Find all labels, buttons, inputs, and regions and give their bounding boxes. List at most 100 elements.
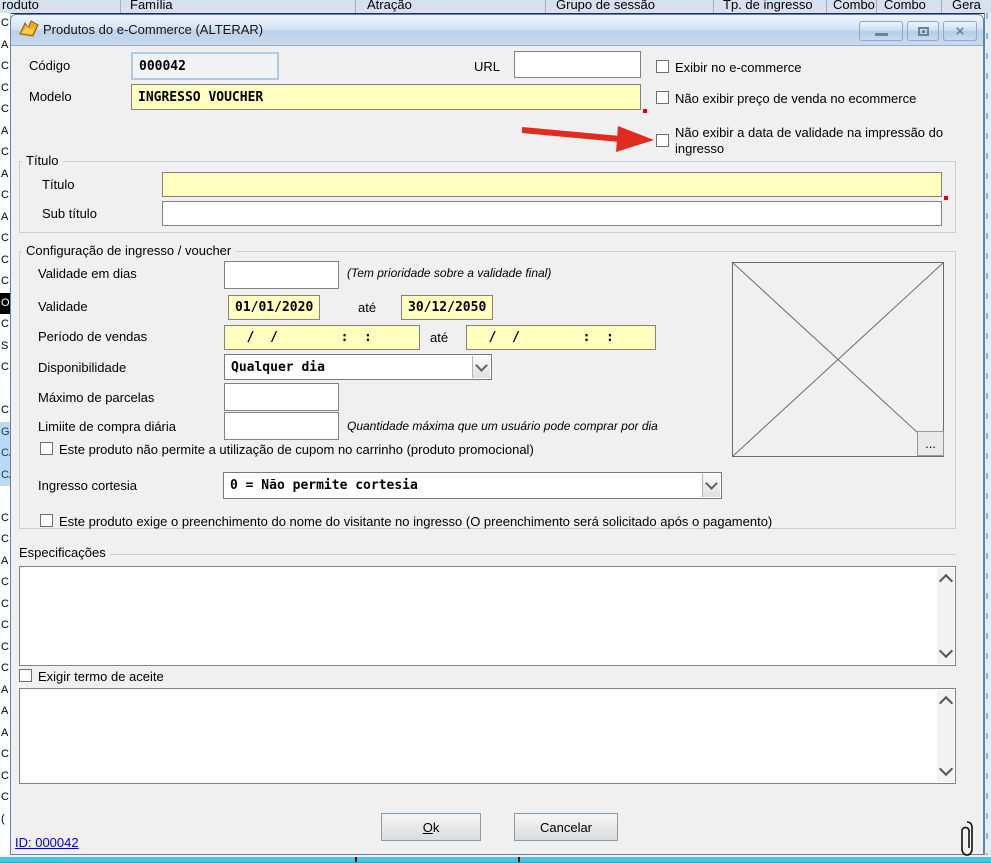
periodo-ate-field[interactable]: / / : : — [466, 325, 656, 350]
codigo-value: 000042 — [139, 59, 186, 74]
cancel-button[interactable]: Cancelar — [514, 813, 618, 841]
checkbox-box[interactable] — [656, 60, 669, 73]
close-icon: × — [956, 24, 965, 39]
bg-grid-row-fragment: C — [0, 572, 10, 594]
scroll-up-icon[interactable] — [939, 574, 953, 588]
close-button[interactable]: × — [943, 21, 977, 41]
periodo-label: Período de vendas — [38, 329, 147, 344]
checkbox-box[interactable] — [19, 669, 32, 682]
group-line — [110, 554, 956, 555]
dropdown-button[interactable] — [472, 356, 490, 378]
validade-ate-label: até — [358, 300, 376, 315]
cortesia-label: Ingresso cortesia — [38, 478, 137, 493]
modelo-field[interactable]: INGRESSO VOUCHER — [131, 84, 641, 110]
url-field[interactable] — [514, 51, 641, 78]
periodo-de-field[interactable]: / / : : — [224, 325, 420, 350]
disponibilidade-value: Qualquer dia — [231, 360, 325, 375]
validade-ate-field[interactable]: 30/12/2050 — [401, 295, 493, 320]
disponibilidade-select[interactable]: Qualquer dia — [224, 354, 492, 380]
minimize-button[interactable] — [859, 21, 903, 41]
bg-grid-row-fragment: A — [0, 35, 10, 57]
checkbox-box[interactable] — [40, 514, 53, 527]
scroll-up-icon[interactable] — [939, 696, 953, 710]
chevron-down-icon — [475, 359, 488, 372]
checkbox-cupom[interactable]: Este produto não permite a utilização de… — [40, 442, 534, 457]
id-link[interactable]: ID: 000042 — [15, 835, 79, 850]
bg-column-header: Grupo de sessão — [556, 0, 655, 12]
maximize-icon — [918, 27, 929, 36]
bg-grid-row-fragment: A — [0, 680, 10, 702]
checkbox-exigir-termo[interactable]: Exigir termo de aceite — [19, 669, 164, 684]
bg-grid-row-fragment: S — [0, 336, 10, 358]
especificacoes-textarea[interactable] — [19, 566, 956, 666]
subtitulo-field[interactable] — [162, 201, 942, 226]
checkbox-box[interactable] — [40, 442, 53, 455]
checkbox-box[interactable] — [656, 91, 669, 104]
window-title: Produtos do e-Commerce (ALTERAR) — [43, 22, 263, 37]
cortesia-select[interactable]: 0 = Não permite cortesia — [223, 472, 722, 499]
checkbox-exibir-ecommerce[interactable]: Exibir no e-commerce — [656, 60, 801, 75]
background-bottom-sliver — [0, 855, 991, 863]
scrollbar[interactable] — [937, 690, 954, 782]
validade-dias-note: (Tem prioridade sobre a validade final) — [347, 266, 551, 280]
bg-grid-row-fragment: CA — [0, 465, 10, 487]
bg-grid-row-fragment: A — [0, 207, 10, 229]
bottom-tick — [355, 857, 357, 862]
bg-grid-row-fragment: C — [0, 314, 10, 336]
bg-grid-row-fragment: C — [0, 228, 10, 250]
bg-grid-row-fragment: C — [0, 142, 10, 164]
disponibilidade-label: Disponibilidade — [38, 360, 126, 375]
termo-textarea[interactable] — [19, 688, 956, 784]
bg-column-separator — [941, 0, 942, 13]
bg-grid-row-fragment: C — [0, 357, 10, 379]
scroll-down-icon[interactable] — [939, 762, 953, 776]
checkbox-nao-exibir-data-validade[interactable]: Não exibir a data de validade na impress… — [656, 125, 978, 158]
bg-column-separator — [876, 0, 877, 13]
bg-column-separator — [826, 0, 827, 13]
validade-de-field[interactable]: 01/01/2020 — [228, 295, 320, 320]
group-titulo-legend: Título — [22, 153, 63, 168]
bg-grid-row-fragment: C — [0, 766, 10, 788]
bg-grid-row-fragment: C — [0, 744, 10, 766]
especificacoes-label: Especificações — [19, 545, 106, 560]
ok-button[interactable]: Ok — [381, 813, 481, 841]
validade-dias-label: Validade em dias — [38, 266, 137, 281]
checkbox-box[interactable] — [656, 134, 669, 147]
bottom-tick — [518, 857, 520, 862]
ok-accelerator: O — [423, 820, 433, 835]
bg-grid-row-fragment: C — [0, 615, 10, 637]
limite-note: Quantidade máxima que um usuário pode co… — [347, 419, 658, 433]
ok-label: k — [433, 820, 440, 835]
checkbox-nao-exibir-preco[interactable]: Não exibir preço de venda no ecommerce — [656, 91, 916, 106]
group-titulo: Título Título Sub título — [19, 161, 956, 233]
bg-column-header: Gera — [952, 0, 981, 12]
background-right-sliver — [984, 13, 991, 863]
bg-grid-row-fragment: ( — [0, 809, 10, 831]
maximize-button[interactable] — [907, 21, 939, 41]
codigo-label: Código — [29, 58, 70, 73]
bg-grid-row-fragment: C — [0, 13, 10, 35]
periodo-ate-label: até — [430, 330, 448, 345]
bg-grid-row-fragment: C — [0, 637, 10, 659]
bg-column-separator — [355, 0, 356, 13]
browse-image-button[interactable]: ... — [917, 431, 944, 456]
dropdown-button[interactable] — [702, 474, 720, 497]
checkbox-nome-visitante[interactable]: Este produto exige o preenchimento do no… — [40, 514, 772, 529]
validade-dias-field[interactable] — [224, 261, 339, 289]
required-marker — [944, 196, 948, 200]
bg-column-header: roduto — [2, 0, 39, 12]
periodo-ate-value: / / : : — [473, 330, 614, 345]
codigo-field[interactable]: 000042 — [131, 52, 279, 80]
scroll-down-icon[interactable] — [939, 644, 953, 658]
titulo-field[interactable] — [162, 172, 942, 197]
checkbox-label: Exigir termo de aceite — [38, 669, 164, 684]
paperclip-icon[interactable] — [957, 819, 977, 859]
bg-grid-row-fragment: C — [0, 271, 10, 293]
limite-field[interactable] — [224, 412, 339, 440]
checkbox-label: Não exibir preço de venda no ecommerce — [675, 91, 916, 106]
scrollbar[interactable] — [937, 568, 954, 664]
dialog-produtos-ecommerce: Produtos do e-Commerce (ALTERAR) × Códig… — [10, 14, 984, 855]
parcelas-field[interactable] — [224, 383, 339, 411]
chevron-down-icon — [705, 477, 718, 490]
title-bar[interactable]: Produtos do e-Commerce (ALTERAR) × — [11, 15, 983, 46]
